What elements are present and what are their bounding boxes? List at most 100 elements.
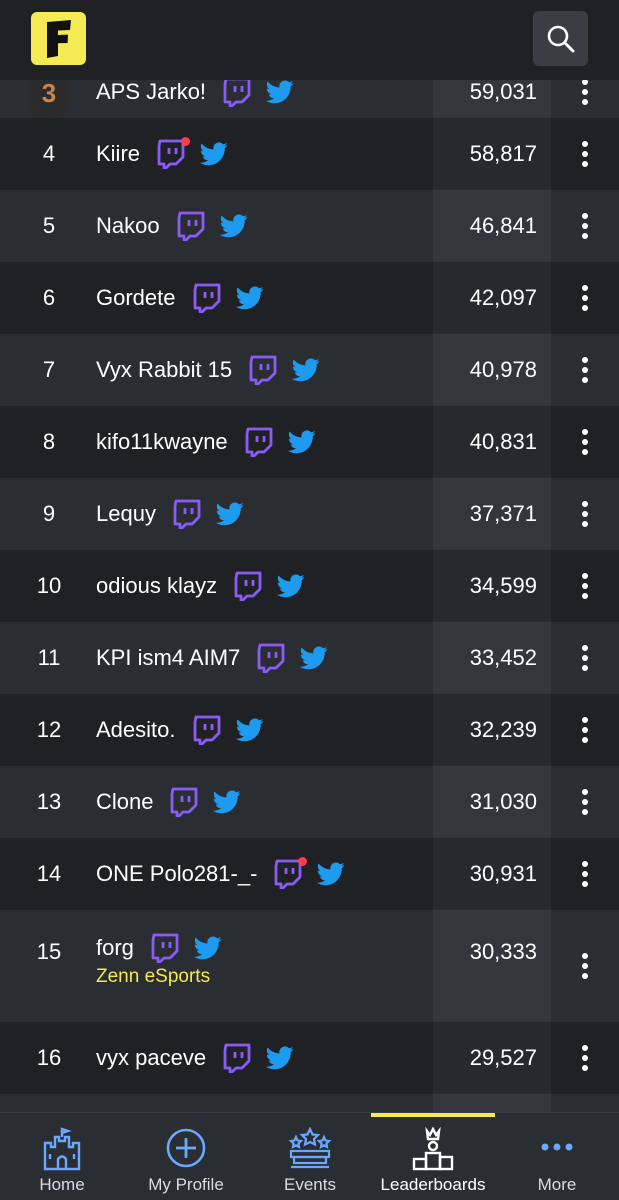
player-name[interactable]: APS Jarko! [96,79,206,105]
leaderboard-row[interactable]: 9 Lequy 37,371 [0,478,619,550]
twitch-icon[interactable] [172,499,202,530]
rank-number: 9 [42,501,56,526]
leaderboard-row[interactable]: 16 vyx paceve 29,527 [0,1022,619,1094]
rank-number: 11 [37,645,61,670]
twitter-icon[interactable] [213,790,242,814]
player-name[interactable]: odious klayz [96,573,217,599]
player-info: odious klayz [96,571,305,602]
player-name[interactable]: kifo11kwayne [96,429,228,455]
leaderboard-row[interactable]: 5 Nakoo 46,841 [0,190,619,262]
podium-icon [412,1127,454,1171]
twitch-icon[interactable] [222,77,252,108]
nav-my-profile[interactable]: My Profile [124,1113,248,1200]
player-name[interactable]: Lequy [96,501,156,527]
leaderboard-row[interactable]: 15 forg Zenn eSports 30,333 [0,910,619,1022]
row-more-options-icon[interactable] [572,715,598,745]
leaderboard-row[interactable] [0,1094,619,1112]
twitch-icon[interactable] [192,283,222,314]
leaderboard-row[interactable]: 11 KPI ism4 AIM7 33,452 [0,622,619,694]
row-more-options-icon[interactable] [572,211,598,241]
leaderboard-row[interactable]: 12 Adesito. 32,239 [0,694,619,766]
row-more-options-icon[interactable] [572,859,598,889]
player-name[interactable]: Vyx Rabbit 15 [96,357,232,383]
twitter-icon[interactable] [199,142,228,166]
twitter-icon[interactable] [287,430,316,454]
nav-home[interactable]: Home [0,1113,124,1200]
rank-number: 5 [42,213,56,238]
row-more-options-icon[interactable] [572,283,598,313]
twitch-icon[interactable] [156,137,191,170]
row-more-options-icon[interactable] [572,571,598,601]
nav-more[interactable]: More [495,1113,619,1200]
row-more-options-icon[interactable] [572,1043,598,1073]
twitch-icon[interactable] [244,427,274,458]
twitch-icon[interactable] [192,715,222,746]
row-more-options-icon[interactable] [572,951,598,981]
nav-events[interactable]: Events [248,1113,372,1200]
player-info: forg [96,933,222,964]
player-name[interactable]: Clone [96,789,153,815]
rank-number: 4 [42,141,56,166]
nav-leaderboards[interactable]: Leaderboards [371,1113,495,1200]
row-more-options-icon[interactable] [572,355,598,385]
player-name[interactable]: KPI ism4 AIM7 [96,645,240,671]
player-name[interactable]: Gordete [96,285,176,311]
leaderboard-row[interactable]: 6 Gordete 42,097 [0,262,619,334]
player-info: Kiire [96,137,228,170]
row-more-options-icon[interactable] [572,787,598,817]
score-cell-bg [433,910,551,1022]
player-name[interactable]: vyx paceve [96,1045,206,1071]
twitch-icon[interactable] [176,211,206,242]
twitter-icon[interactable] [265,1046,294,1070]
search-icon [547,25,574,52]
leaderboard-row[interactable]: 10 odious klayz 34,599 [0,550,619,622]
player-info: kifo11kwayne [96,427,316,458]
twitch-icon[interactable] [169,787,199,818]
twitter-icon[interactable] [317,862,345,886]
player-score: 33,452 [469,645,537,670]
twitch-icon[interactable] [273,857,308,890]
twitter-icon[interactable] [215,502,244,526]
twitch-icon[interactable] [248,355,278,386]
search-button[interactable] [533,11,588,66]
twitter-icon[interactable] [299,646,328,670]
player-score: 30,931 [469,861,537,886]
twitter-icon[interactable] [235,718,264,742]
row-more-options-icon[interactable] [572,499,598,529]
player-name[interactable]: Kiire [96,141,140,167]
leaderboard-row[interactable]: 4 Kiire 58,817 [0,118,619,190]
twitter-icon[interactable] [235,286,264,310]
rank-number: 16 [36,1045,62,1070]
player-name[interactable]: Adesito. [96,717,176,743]
leaderboard-row[interactable]: 14 ONE Polo281-_- 30,931 [0,838,619,910]
twitter-icon[interactable] [276,574,305,598]
twitch-icon[interactable] [233,571,263,602]
twitch-icon[interactable] [256,643,286,674]
player-name[interactable]: forg [96,935,134,961]
nav-my-profile-label: My Profile [148,1175,224,1194]
player-name[interactable]: Nakoo [96,213,160,239]
twitch-icon[interactable] [150,933,180,964]
twitter-icon[interactable] [265,80,294,104]
row-more-options-icon[interactable] [572,427,598,457]
rank-number: 15 [36,939,62,964]
player-info: Clone [96,787,242,818]
player-score: 32,239 [469,717,537,742]
leaderboard-row[interactable]: 7 Vyx Rabbit 15 40,978 [0,334,619,406]
nav-events-label: Events [284,1175,336,1194]
rank-number: 8 [42,429,56,454]
rank-number: 13 [36,789,62,814]
player-info: Lequy [96,499,244,530]
player-name[interactable]: ONE Polo281-_- [96,861,257,887]
score-cell-bg [433,1094,551,1112]
leaderboard-row[interactable]: 13 Clone 31,030 [0,766,619,838]
leaderboard-row[interactable]: 8 kifo11kwayne 40,831 [0,406,619,478]
row-more-options-icon[interactable] [572,643,598,673]
twitter-icon[interactable] [193,936,222,960]
twitch-icon[interactable] [222,1043,252,1074]
twitter-icon[interactable] [291,358,320,382]
row-more-options-icon[interactable] [572,139,598,169]
row-more-options-icon[interactable] [572,77,598,107]
app-logo[interactable] [31,12,86,65]
twitter-icon[interactable] [219,214,248,238]
